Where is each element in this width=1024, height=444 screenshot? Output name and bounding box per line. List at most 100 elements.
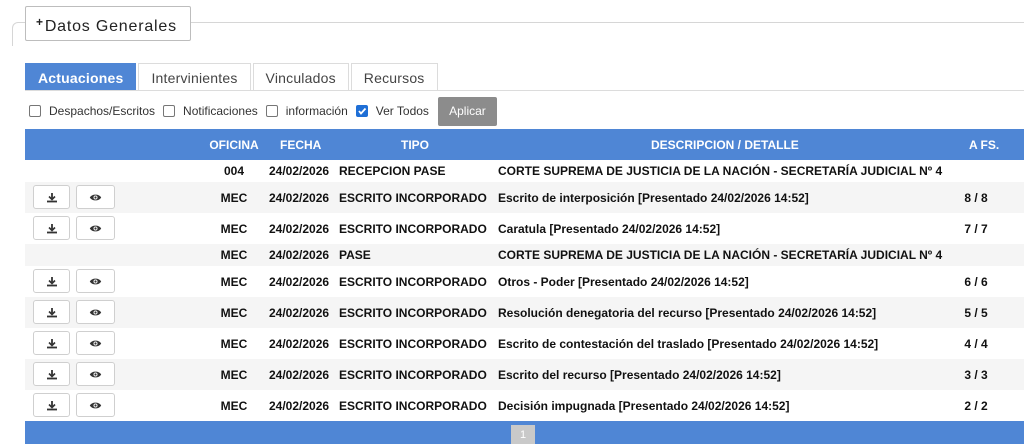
cell-tipo: ESCRITO INCORPORADO	[339, 191, 487, 205]
cell-afs: 4 / 4	[964, 337, 988, 351]
tab-bar: Actuaciones Intervinientes Vinculados Re…	[25, 63, 440, 91]
view-button[interactable]	[76, 362, 115, 386]
cell-afs: 7 / 7	[964, 222, 988, 236]
cell-descripcion: Decisión impugnada [Presentado 24/02/202…	[498, 399, 790, 413]
filter-notificaciones-label: Notificaciones	[183, 104, 258, 118]
eye-icon	[89, 339, 102, 348]
download-button[interactable]	[33, 216, 70, 240]
table-row: MEC 24/02/2026 ESCRITO INCORPORADO Otros - …	[25, 266, 1024, 297]
eye-icon	[89, 401, 102, 410]
download-icon	[46, 338, 58, 349]
eye-icon	[89, 224, 102, 233]
table-row: MEC 24/02/2026 ESCRITO INCORPORADO Decisión…	[25, 390, 1024, 421]
cell-fecha: 24/02/2026	[269, 399, 330, 413]
cell-descripcion: Escrito del recurso [Presentado 24/02/20…	[498, 368, 781, 382]
cell-oficina: MEC	[220, 399, 248, 413]
cell-oficina: MEC	[220, 222, 248, 236]
download-button[interactable]	[33, 331, 70, 355]
actuaciones-table: OFICINA FECHA TIPO DESCRIPCION / DETALLE…	[25, 129, 1024, 421]
download-button[interactable]	[33, 362, 70, 386]
eye-icon	[89, 308, 102, 317]
cell-tipo: RECEPCION PASE	[339, 164, 446, 178]
view-button[interactable]	[76, 393, 115, 417]
cell-tipo: ESCRITO INCORPORADO	[339, 337, 487, 351]
cell-descripcion: Resolución denegatoria del recurso [Pres…	[498, 306, 877, 320]
download-button[interactable]	[33, 393, 70, 417]
filter-notificaciones-checkbox[interactable]	[163, 105, 176, 117]
cell-tipo: ESCRITO INCORPORADO	[339, 222, 487, 236]
col-header-afs: A FS.	[969, 138, 1000, 152]
download-button[interactable]	[33, 269, 70, 293]
filter-bar: Despachos/Escritos Notificaciones inform…	[29, 96, 497, 126]
tab-recursos[interactable]: Recursos	[350, 63, 438, 91]
view-button[interactable]	[76, 300, 115, 324]
cell-oficina: MEC	[220, 191, 248, 205]
tab-vinculados[interactable]: Vinculados	[252, 63, 349, 91]
cell-fecha: 24/02/2026	[269, 306, 330, 320]
cell-afs: 2 / 2	[964, 399, 988, 413]
table-header: OFICINA FECHA TIPO DESCRIPCION / DETALLE…	[25, 129, 1024, 160]
cell-fecha: 24/02/2026	[269, 164, 330, 178]
cell-tipo: ESCRITO INCORPORADO	[339, 368, 487, 382]
tab-actuaciones[interactable]: Actuaciones	[25, 63, 137, 91]
table-row: MEC 24/02/2026 PASE CORTE SUPREMA DE JUSTIC…	[25, 244, 1024, 266]
download-icon	[46, 400, 58, 411]
cell-tipo: ESCRITO INCORPORADO	[339, 275, 487, 289]
view-button[interactable]	[76, 331, 115, 355]
table-row: MEC 24/02/2026 ESCRITO INCORPORADO Escrito …	[25, 182, 1024, 213]
filter-informacion-checkbox[interactable]	[265, 105, 278, 117]
download-button[interactable]	[33, 300, 70, 324]
filter-informacion-label: información	[285, 104, 348, 118]
col-header-tipo: TIPO	[401, 138, 430, 152]
page-1-button[interactable]: 1	[511, 425, 535, 444]
download-icon	[46, 192, 58, 203]
col-header-oficina: OFICINA	[209, 138, 259, 152]
table-row: MEC 24/02/2026 ESCRITO INCORPORADO Caratula…	[25, 213, 1024, 244]
view-button[interactable]	[76, 216, 115, 240]
filter-despachos-label: Despachos/Escritos	[49, 104, 156, 118]
tabs-divider	[25, 90, 1024, 91]
cell-oficina: MEC	[220, 275, 248, 289]
filter-despachos-checkbox[interactable]	[29, 105, 41, 117]
download-button[interactable]	[33, 185, 70, 209]
view-button[interactable]	[76, 185, 115, 209]
cell-descripcion: Escrito de contestación del traslado [Pr…	[498, 337, 879, 351]
cell-fecha: 24/02/2026	[269, 337, 330, 351]
col-header-descripcion: DESCRIPCION / DETALLE	[651, 138, 799, 152]
plus-icon: +	[36, 15, 44, 29]
download-icon	[46, 276, 58, 287]
datos-generales-label: Datos Generales	[44, 18, 177, 35]
cell-oficina: MEC	[220, 248, 248, 262]
cell-tipo: PASE	[339, 248, 371, 262]
cell-descripcion: CORTE SUPREMA DE JUSTICIA DE LA NACIÓN -…	[498, 248, 943, 262]
table-row: 004 24/02/2026 RECEPCION PASE CORTE SUPREMA…	[25, 160, 1024, 182]
cell-oficina: MEC	[220, 368, 248, 382]
cell-descripcion: Caratula [Presentado 24/02/2026 14:52]	[498, 222, 721, 236]
cell-fecha: 24/02/2026	[269, 222, 330, 236]
cell-descripcion: Otros - Poder [Presentado 24/02/2026 14:…	[498, 275, 749, 289]
col-header-fecha: FECHA	[280, 138, 322, 152]
cell-fecha: 24/02/2026	[269, 248, 330, 262]
filter-ver-todos-label: Ver Todos	[375, 104, 429, 118]
cell-tipo: ESCRITO INCORPORADO	[339, 399, 487, 413]
cell-fecha: 24/02/2026	[269, 191, 330, 205]
download-icon	[46, 369, 58, 380]
cell-fecha: 24/02/2026	[269, 275, 330, 289]
tab-intervinientes[interactable]: Intervinientes	[138, 63, 251, 91]
filter-ver-todos-checkbox[interactable]	[355, 105, 368, 117]
eye-icon	[89, 277, 102, 286]
eye-icon	[89, 370, 102, 379]
download-icon	[46, 307, 58, 318]
cell-descripcion: Escrito de interposición [Presentado 24/…	[498, 191, 809, 205]
apply-button[interactable]: Aplicar	[437, 96, 497, 126]
cell-fecha: 24/02/2026	[269, 368, 330, 382]
datos-generales-button[interactable]: +Datos Generales	[25, 6, 191, 41]
cell-afs: 3 / 3	[964, 368, 988, 382]
cell-descripcion: CORTE SUPREMA DE JUSTICIA DE LA NACIÓN -…	[498, 164, 943, 178]
table-body: 004 24/02/2026 RECEPCION PASE CORTE SUPREMA…	[25, 160, 1024, 421]
eye-icon	[89, 193, 102, 202]
cell-oficina: 004	[223, 164, 245, 178]
cell-afs: 6 / 6	[964, 275, 988, 289]
view-button[interactable]	[76, 269, 115, 293]
cell-afs: 8 / 8	[964, 191, 988, 205]
